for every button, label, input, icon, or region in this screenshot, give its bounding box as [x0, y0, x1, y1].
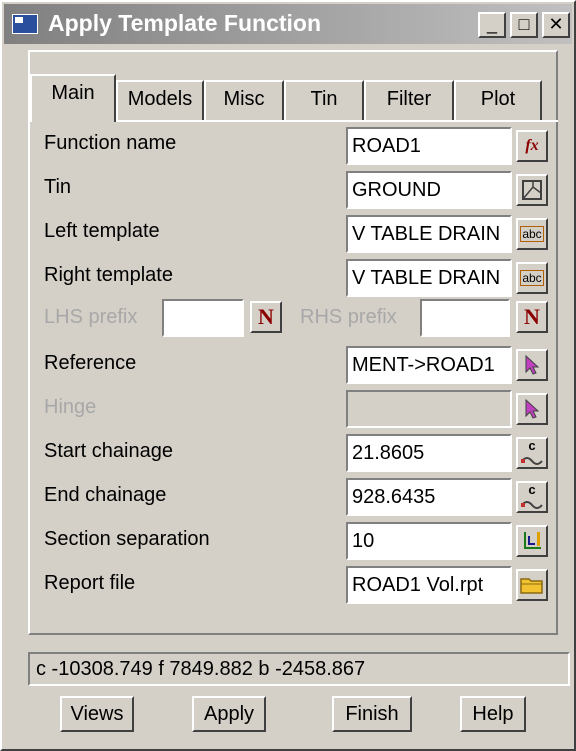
start-chainage-icon[interactable]: c — [516, 437, 548, 469]
apply-button[interactable]: Apply — [192, 696, 266, 732]
hinge-label: Hinge — [44, 396, 97, 418]
tin-field[interactable]: GROUND — [346, 171, 512, 209]
tin-label: Tin — [44, 176, 72, 198]
chainage-icon: c — [528, 438, 536, 453]
right-template-abc-icon[interactable]: abc — [516, 262, 548, 294]
right-template-label: Right template — [44, 264, 173, 286]
tin-icon[interactable] — [516, 174, 548, 206]
reference-pick-arrow-icon[interactable] — [516, 349, 548, 381]
minimize-button[interactable]: _ — [478, 12, 506, 38]
lhs-prefix-label: LHS prefix — [44, 306, 138, 328]
close-button[interactable]: ✕ — [542, 12, 570, 38]
folder-icon[interactable] — [516, 569, 548, 601]
left-template-field[interactable]: V TABLE DRAIN — [346, 215, 512, 253]
start-chainage-field[interactable]: 21.8605 — [346, 434, 512, 472]
tab-filter[interactable]: Filter — [364, 80, 454, 120]
report-file-field[interactable]: ROAD1 Vol.rpt — [346, 566, 512, 604]
chainage-icon: c — [528, 482, 536, 497]
maximize-button[interactable]: □ — [510, 12, 538, 38]
tab-misc[interactable]: Misc — [204, 80, 284, 120]
report-file-label: Report file — [44, 572, 136, 594]
help-button[interactable]: Help — [460, 696, 526, 732]
title-bar[interactable]: Apply Template Function _ □ ✕ — [4, 4, 572, 44]
function-name-label: Function name — [44, 132, 177, 154]
apply-template-function-window: Apply Template Function _ □ ✕ Main Model… — [0, 0, 576, 751]
left-template-label: Left template — [44, 220, 160, 242]
abc-icon: abc — [520, 270, 544, 286]
abc-icon: abc — [520, 226, 544, 242]
function-icon[interactable]: fx — [516, 130, 548, 162]
tab-main[interactable]: Main — [30, 74, 116, 122]
tab-tin[interactable]: Tin — [284, 80, 364, 120]
rhs-prefix-label: RHS prefix — [300, 306, 397, 328]
end-chainage-field[interactable]: 928.6435 — [346, 478, 512, 516]
end-chainage-icon[interactable]: c — [516, 481, 548, 513]
end-chainage-label: End chainage — [44, 484, 167, 506]
hinge-pick-arrow-icon[interactable] — [516, 393, 548, 425]
rhs-prefix-field[interactable] — [420, 299, 510, 337]
right-template-field[interactable]: V TABLE DRAIN — [346, 259, 512, 297]
lhs-prefix-field[interactable] — [162, 299, 244, 337]
lhs-n-icon[interactable]: N — [250, 301, 282, 333]
function-name-field[interactable]: ROAD1 — [346, 127, 512, 165]
section-separation-label: Section separation — [44, 528, 210, 550]
tab-models[interactable]: Models — [116, 80, 204, 120]
finish-button[interactable]: Finish — [332, 696, 412, 732]
app-window-icon — [12, 14, 38, 34]
hinge-field[interactable] — [346, 390, 512, 428]
start-chainage-label: Start chainage — [44, 440, 173, 462]
left-template-abc-icon[interactable]: abc — [516, 218, 548, 250]
views-button[interactable]: Views — [60, 696, 134, 732]
rhs-n-icon[interactable]: N — [516, 301, 548, 333]
section-separation-icon[interactable] — [516, 525, 548, 557]
reference-label: Reference — [44, 352, 137, 374]
window-title: Apply Template Function — [48, 10, 322, 36]
tab-plot[interactable]: Plot — [454, 80, 542, 120]
section-separation-field[interactable]: 10 — [346, 522, 512, 560]
reference-field[interactable]: MENT->ROAD1 — [346, 346, 512, 384]
status-bar: c -10308.749 f 7849.882 b -2458.867 — [28, 652, 570, 686]
